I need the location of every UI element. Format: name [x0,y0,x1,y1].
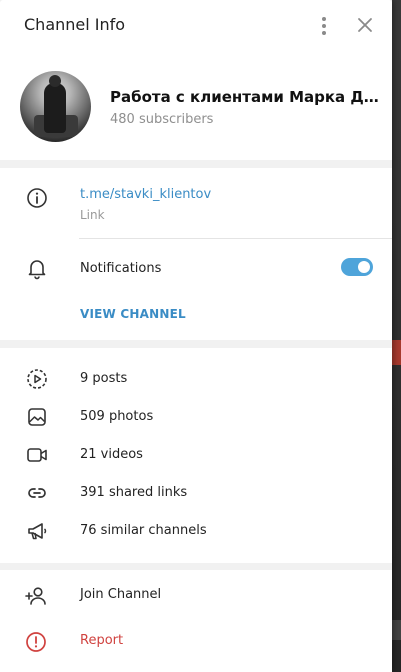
channel-info-panel: Channel Info Работа с клиентами Марка До… [0,0,392,672]
photo-icon [28,408,46,426]
join-channel-button[interactable]: Join Channel [0,576,392,616]
channel-link[interactable]: t.me/stavki_klientov [80,187,211,202]
add-user-icon [25,587,46,605]
more-options-icon[interactable] [312,14,336,38]
media-stats-section: 9 posts 509 photos 21 videos 391 shared … [0,348,392,563]
divider [79,238,392,239]
close-icon[interactable] [353,13,377,37]
join-channel-label: Join Channel [80,587,162,602]
stat-label: 391 shared links [80,485,188,500]
stat-label: 76 similar channels [80,523,207,538]
report-label: Report [80,633,124,648]
link-icon [28,488,46,498]
stat-label: 509 photos [80,409,154,424]
info-icon [27,188,47,208]
megaphone-icon [28,523,47,540]
background-fragment [391,340,401,365]
avatar[interactable] [20,71,91,142]
background-fragment [391,620,401,640]
posts-icon [27,369,47,389]
actions-section: Join Channel Report [0,570,392,672]
stat-videos[interactable]: 21 videos [0,436,392,474]
video-icon [27,448,47,462]
page-title: Channel Info [24,15,126,34]
report-icon [26,632,46,652]
stat-shared-links[interactable]: 391 shared links [0,474,392,512]
stat-similar-channels[interactable]: 76 similar channels [0,512,392,550]
report-button[interactable]: Report [0,622,392,662]
channel-name: Работа с клиентами Марка Дорохова [110,88,380,106]
view-channel-button[interactable]: VIEW CHANNEL [80,307,186,321]
notifications-label: Notifications [80,261,162,276]
info-section: t.me/stavki_klientov Link Notifications … [0,168,392,340]
stat-label: 21 videos [80,447,143,462]
subscriber-count: 480 subscribers [110,112,214,127]
channel-header: Channel Info Работа с клиентами Марка До… [0,0,392,160]
notifications-toggle[interactable] [341,258,373,276]
stat-photos[interactable]: 509 photos [0,398,392,436]
link-caption: Link [80,208,105,222]
bell-icon [28,260,46,280]
stat-posts[interactable]: 9 posts [0,360,392,398]
toggle-knob [358,261,370,273]
stat-label: 9 posts [80,371,128,386]
